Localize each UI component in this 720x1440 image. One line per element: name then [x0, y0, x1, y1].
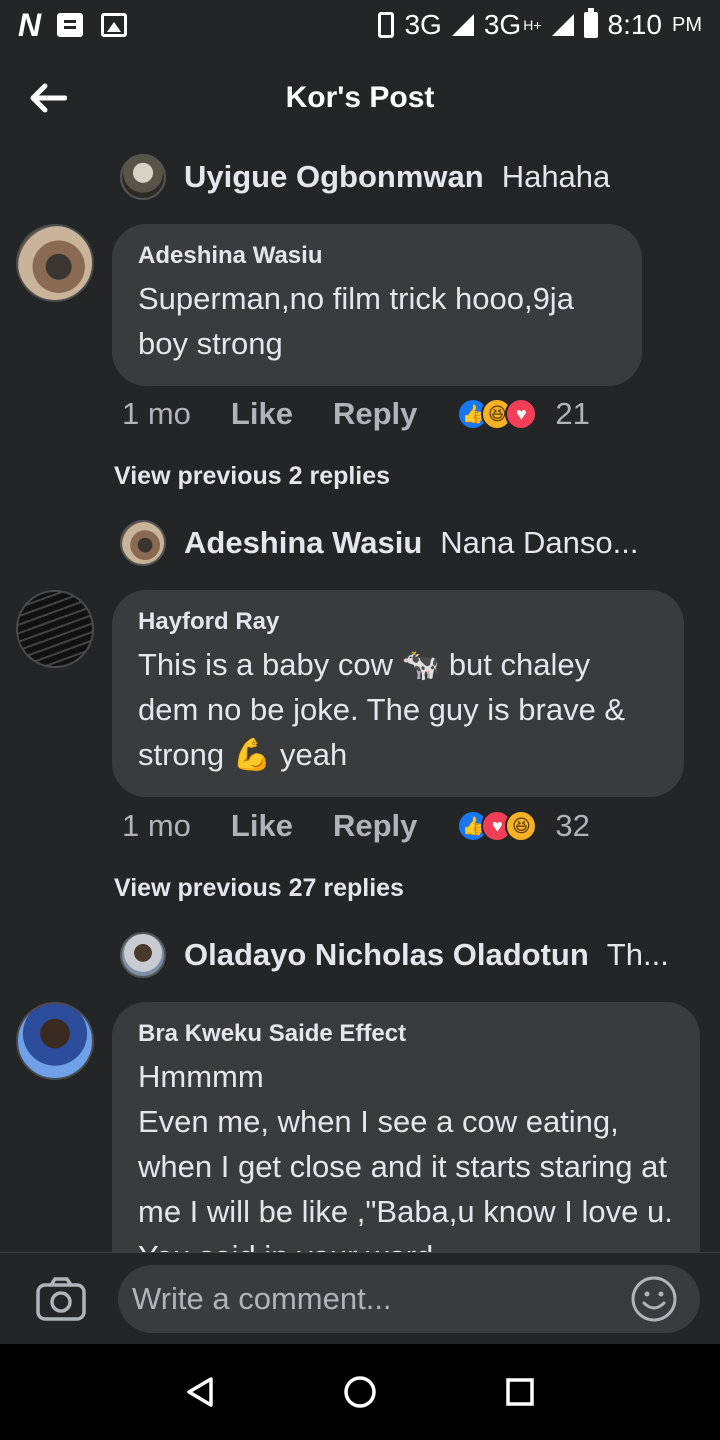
- network-label-1: 3G: [404, 9, 442, 40]
- reply-button[interactable]: Reply: [333, 808, 417, 844]
- comment-bubble[interactable]: Hayford Ray This is a baby cow 🐄 but cha…: [112, 590, 684, 797]
- post-header: Kor's Post: [0, 50, 720, 146]
- netflix-n-icon: N: [18, 6, 41, 43]
- like-button[interactable]: Like: [231, 808, 293, 844]
- avatar[interactable]: [16, 590, 94, 668]
- network-label-2: 3G: [483, 9, 522, 40]
- reply-preview[interactable]: Adeshina Wasiu Nana Danso...: [120, 520, 680, 566]
- back-triangle-icon: [187, 1377, 213, 1407]
- view-previous-replies[interactable]: View previous 2 replies: [114, 462, 390, 491]
- reply-text: Th...: [606, 937, 669, 972]
- reaction-count[interactable]: 21: [555, 396, 589, 432]
- clock-ampm: PM: [672, 13, 702, 36]
- clock-time: 8:10: [607, 9, 663, 40]
- comment-bubble[interactable]: Bra Kweku Saide Effect Hmmmm Even me, wh…: [112, 1002, 700, 1252]
- nav-home-button[interactable]: [340, 1372, 380, 1412]
- back-button[interactable]: [26, 76, 70, 120]
- comment-composer: [0, 1252, 720, 1344]
- image-icon: [101, 13, 128, 37]
- emoji-button[interactable]: [630, 1275, 678, 1323]
- network-type-label: H+: [523, 17, 542, 33]
- comment-author[interactable]: Hayford Ray: [138, 608, 658, 636]
- comment-text: Superman,no film trick hooo,9ja boy stro…: [138, 281, 583, 361]
- reaction-icons[interactable]: 👍 ♥ 😆: [457, 810, 538, 842]
- comment-author[interactable]: Adeshina Wasiu: [138, 242, 616, 270]
- avatar[interactable]: [120, 154, 166, 200]
- arrow-left-icon: [30, 83, 67, 113]
- emoji-icon: [631, 1276, 677, 1322]
- reaction-count[interactable]: 32: [555, 808, 589, 844]
- recents-square-icon: [506, 1378, 534, 1406]
- home-circle-icon: [344, 1376, 376, 1408]
- comment-time: 1 mo: [122, 808, 191, 843]
- comments-list[interactable]: Uyigue Ogbonmwan Hahaha Adeshina Wasiu S…: [0, 146, 720, 1252]
- reply-author[interactable]: Adeshina Wasiu: [184, 525, 422, 561]
- signal-icon: [451, 14, 474, 36]
- nav-back-button[interactable]: [180, 1372, 220, 1412]
- like-button[interactable]: Like: [231, 396, 293, 432]
- reply-preview[interactable]: Oladayo Nicholas Oladotun Th...: [120, 932, 680, 978]
- comment-bubble[interactable]: Adeshina Wasiu Superman,no film trick ho…: [112, 224, 642, 386]
- view-previous-replies[interactable]: View previous 27 replies: [114, 874, 404, 903]
- reply-preview[interactable]: Uyigue Ogbonmwan Hahaha: [120, 154, 680, 200]
- love-reaction-icon: ♥: [505, 398, 538, 430]
- avatar[interactable]: [16, 1002, 94, 1080]
- comment-author[interactable]: Bra Kweku Saide Effect: [138, 1020, 674, 1048]
- reaction-icons[interactable]: 👍 😆 ♥: [457, 398, 538, 430]
- avatar[interactable]: [120, 932, 166, 978]
- reply-button[interactable]: Reply: [333, 396, 417, 432]
- reply-author[interactable]: Oladayo Nicholas Oladotun: [184, 937, 589, 973]
- status-bar: N 3G 3G H+ 8:10 PM: [0, 0, 720, 50]
- message-icon: [57, 13, 84, 37]
- battery-icon: [583, 8, 598, 38]
- comment-text: This is a baby cow 🐄 but chaley dem no b…: [138, 647, 634, 772]
- comment-input[interactable]: [118, 1265, 700, 1333]
- nav-recents-button[interactable]: [500, 1372, 540, 1412]
- avatar[interactable]: [16, 224, 94, 302]
- comment-text: Hmmmm Even me, when I see a cow eating, …: [138, 1059, 673, 1252]
- comment-time: 1 mo: [122, 396, 191, 431]
- camera-icon: [36, 1277, 86, 1321]
- avatar[interactable]: [120, 520, 166, 566]
- reply-text: Nana Danso...: [440, 525, 639, 560]
- camera-button[interactable]: [36, 1277, 86, 1321]
- reply-author[interactable]: Uyigue Ogbonmwan: [184, 159, 484, 195]
- haha-reaction-icon: 😆: [505, 810, 538, 842]
- vibrate-icon: [378, 12, 395, 38]
- reply-text: Hahaha: [501, 159, 611, 194]
- system-navbar: [0, 1344, 720, 1440]
- comment-actions: 1 mo Like Reply 👍 😆 ♥ 21: [122, 396, 590, 432]
- page-title: Kor's Post: [285, 81, 435, 114]
- comment-actions: 1 mo Like Reply 👍 ♥ 😆 32: [122, 808, 590, 844]
- signal-icon: [551, 14, 574, 36]
